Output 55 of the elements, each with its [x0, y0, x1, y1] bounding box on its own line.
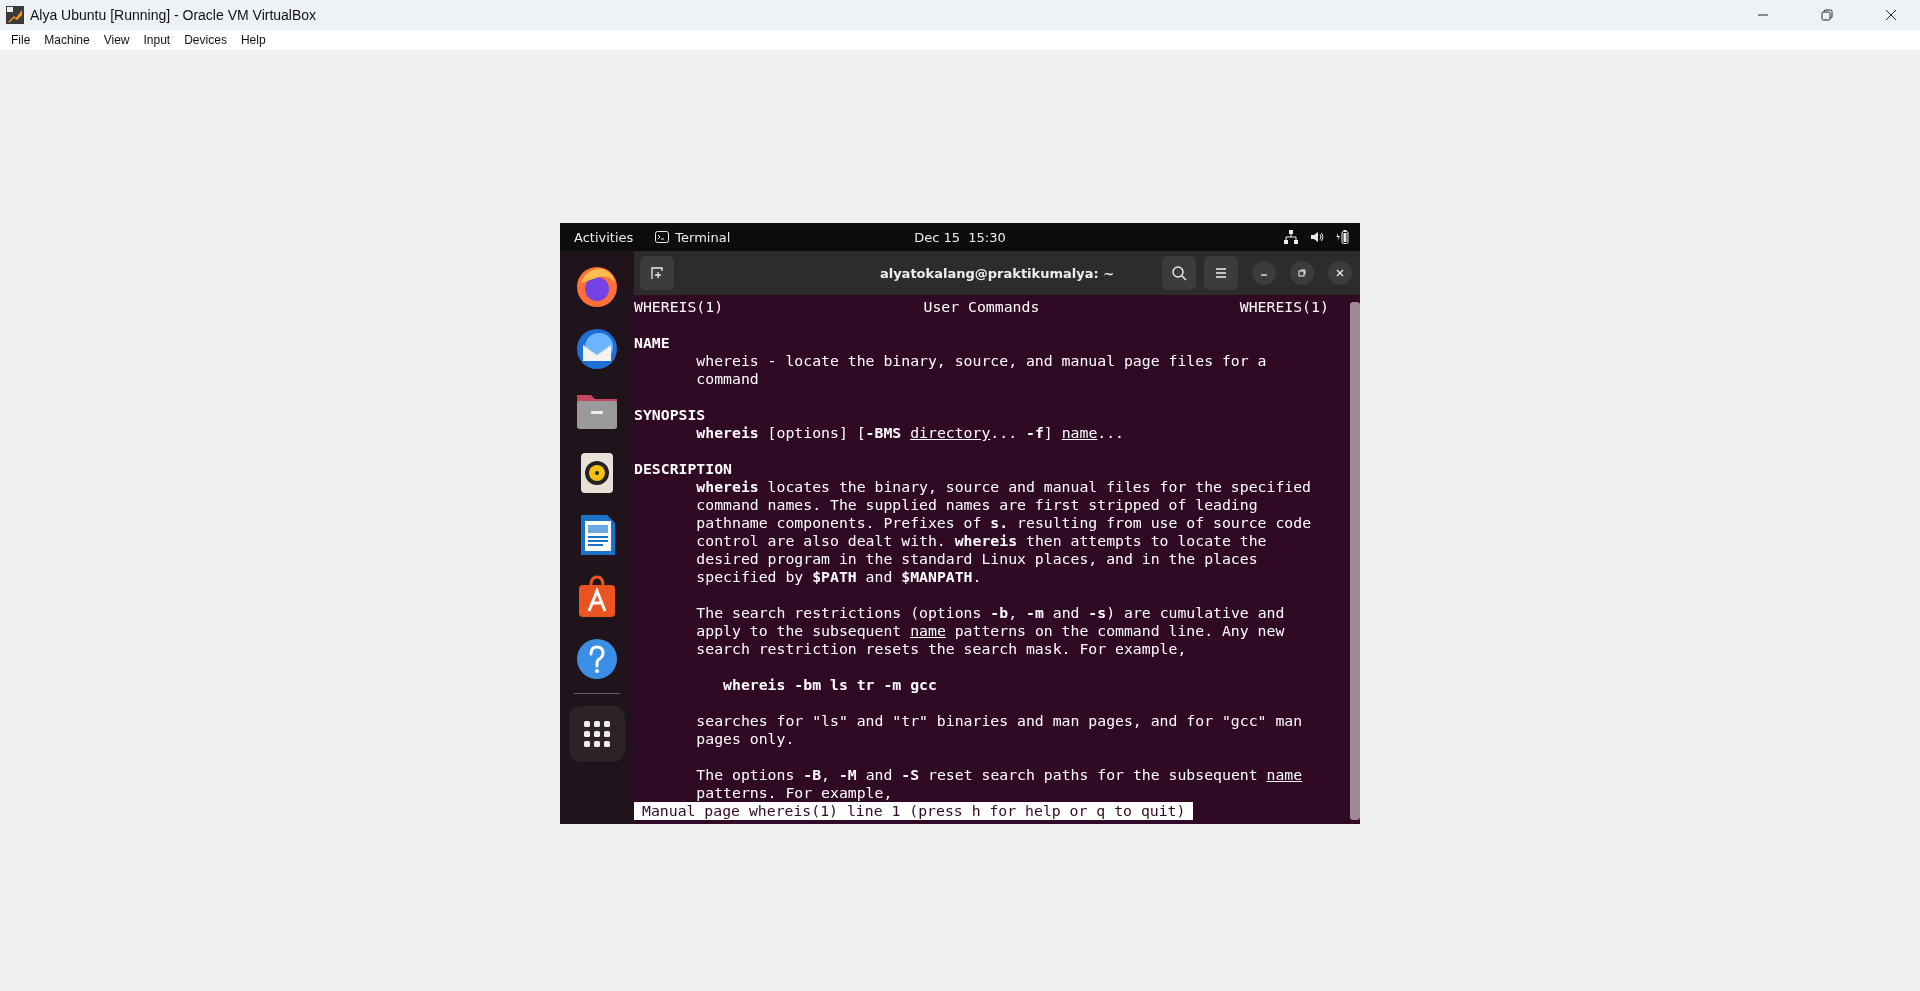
text-line: searches for "ls" and "tr" binaries and man pages, and for "gcc" man	[696, 712, 1303, 730]
text-line: patterns. For example,	[696, 784, 893, 802]
text-line: The options -B, -M and -S reset search paths for the subsequent name	[696, 766, 1303, 784]
volume-icon[interactable]	[1310, 230, 1324, 244]
text-line: The search restrictions (options -b, -m and -s) are cumulative and	[696, 604, 1285, 622]
section-heading: NAME	[634, 334, 670, 352]
terminal-icon	[655, 231, 670, 243]
menu-item[interactable]: Help	[233, 33, 273, 47]
section-heading: DESCRIPTION	[634, 460, 732, 478]
page-header-left: WHEREIS(1)	[634, 298, 724, 316]
new-tab-icon	[649, 265, 665, 281]
page-header-title: User Commands	[923, 298, 1040, 316]
clock[interactable]: Dec 15 15:30	[914, 229, 1006, 245]
text-line: command	[696, 370, 759, 388]
text-line: control are also dealt with. whereis then attempts to locate the	[696, 532, 1267, 550]
window-title: Alya Ubuntu [Running] - Oracle VM VirtualBox	[30, 7, 317, 23]
text-line: apply to the subsequent name patterns on the command line. Any new	[696, 622, 1285, 640]
example-command: whereis -bm ls tr -m gcc	[723, 676, 937, 694]
text-line: pathname components. Prefixes of s. resulting from use of source code	[696, 514, 1312, 532]
maximize-button[interactable]	[1290, 261, 1314, 285]
search-button[interactable]	[1162, 256, 1196, 290]
menu-item[interactable]: File	[4, 33, 38, 47]
activities-button[interactable]: Activities	[560, 229, 648, 245]
close-button[interactable]	[1328, 261, 1352, 285]
section-heading: SYNOPSIS	[634, 406, 706, 424]
restore-icon	[1297, 268, 1307, 278]
text-line: specified by $PATH and $MANPATH.	[696, 568, 982, 586]
dot-grid-icon	[582, 719, 612, 749]
page-header-right: WHEREIS(1)	[1239, 298, 1329, 316]
menu-item[interactable]: Input	[136, 33, 178, 47]
network-icon[interactable]	[1284, 230, 1298, 244]
text-line: desired program in the standard Linux places, and in the places	[696, 550, 1258, 568]
menu-item[interactable]: Machine	[37, 33, 97, 47]
text-line: whereis locates the binary, source and manual files for the specified	[696, 478, 1312, 496]
close-icon	[1335, 268, 1345, 278]
close-icon	[1885, 9, 1897, 21]
text-line: pages only.	[696, 730, 795, 748]
text-line: whereis - locate the binary, source, and manual page files for a	[696, 352, 1267, 370]
search-icon	[1171, 265, 1187, 281]
app-menu-label[interactable]: Terminal	[675, 229, 731, 245]
text-line: search restriction resets the search mask. For example,	[696, 640, 1187, 658]
app-grid-button[interactable]	[569, 706, 625, 762]
battery-icon[interactable]	[1336, 230, 1350, 244]
menu-item[interactable]: Devices	[177, 33, 234, 47]
scrollbar-thumb[interactable]	[1350, 302, 1360, 820]
minimize-button[interactable]	[1252, 261, 1276, 285]
restore-icon	[1821, 9, 1833, 21]
menu-item[interactable]: View	[96, 33, 137, 47]
menu-button[interactable]	[1204, 256, 1238, 290]
new-tab-button[interactable]	[640, 256, 674, 290]
menu-icon	[1213, 265, 1229, 281]
terminal-title: alyatokalang@praktikumalya: ~	[879, 265, 1115, 281]
text-line: whereis [options] [-BMS directory... -f] name...	[696, 424, 1125, 442]
text-line: command names. The supplied names are first stripped of leading	[696, 496, 1258, 514]
app-logo-icon	[6, 6, 24, 24]
